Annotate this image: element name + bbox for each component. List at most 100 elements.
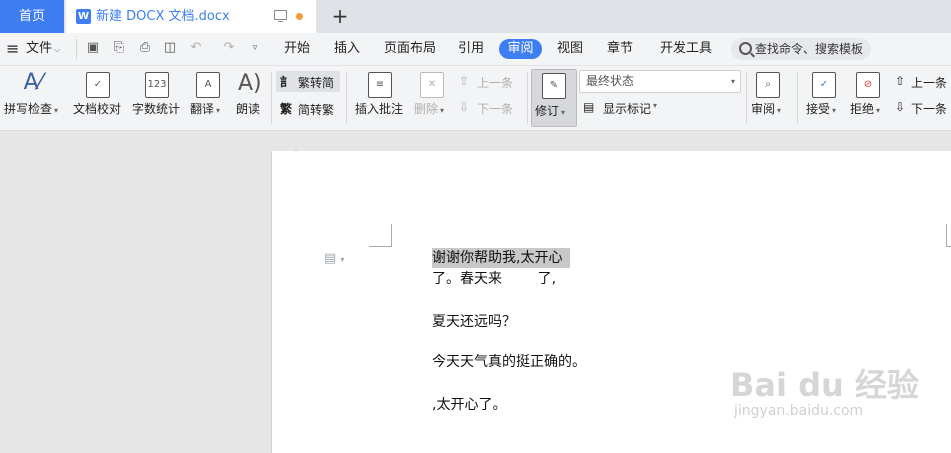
command-search-box[interactable]: 查找命令、搜索模板 bbox=[731, 38, 871, 60]
simp-to-trad-label: 简转繁 bbox=[298, 103, 335, 117]
insert-comment-label: 插入批注 bbox=[355, 102, 404, 116]
divider bbox=[346, 72, 347, 124]
chevron-down-icon: ▾ bbox=[777, 106, 782, 115]
translate-icon: A bbox=[196, 72, 220, 98]
margin-corner-mark bbox=[369, 224, 392, 247]
doc-proof-label: 文档校对 bbox=[73, 102, 122, 116]
next-change-label: 下一条 bbox=[911, 102, 948, 116]
customize-chevron-icon[interactable]: ▿ bbox=[248, 41, 262, 55]
search-placeholder: 查找命令、搜索模板 bbox=[755, 42, 864, 56]
document-tab-title: 新建 DOCX 文档.docx bbox=[96, 9, 230, 24]
prev-comment-button[interactable]: ⇧ 上一条 bbox=[459, 72, 519, 92]
menu-insert[interactable]: 插入 bbox=[334, 33, 360, 65]
chevron-down-icon: ▾ bbox=[216, 106, 221, 115]
tab-strip: 首页 W 新建 DOCX 文档.docx + bbox=[0, 0, 951, 33]
simp-to-trad-button[interactable]: 繁 简转繁 bbox=[276, 98, 340, 119]
divider bbox=[797, 72, 798, 124]
print-icon[interactable]: ⎙ bbox=[138, 41, 152, 55]
next-change-button[interactable]: ⇩ 下一条 bbox=[895, 98, 951, 118]
redo-icon[interactable]: ↷ bbox=[222, 41, 236, 55]
doc-line-3[interactable]: 夏天还远吗？ bbox=[432, 312, 516, 332]
reject-label: 拒绝 bbox=[850, 102, 875, 116]
word-count-button[interactable]: 123 字数统计 bbox=[132, 66, 182, 130]
divider bbox=[527, 72, 528, 124]
paragraph-handle-icon[interactable]: ▤ ▾ bbox=[324, 251, 344, 266]
chevron-down-icon: ▾ bbox=[832, 106, 837, 115]
spell-check-button[interactable]: A⁄ 拼写检查 ▾ bbox=[4, 66, 62, 130]
accept-button[interactable]: ✓ 接受 ▾ bbox=[806, 66, 846, 130]
next-comment-button[interactable]: ⇩ 下一条 bbox=[459, 98, 519, 118]
doc-line-1[interactable]: 谢谢你帮助我,太开心 bbox=[432, 248, 562, 268]
doc-proof-button[interactable]: ✓ 文档校对 bbox=[72, 66, 122, 130]
save-icon[interactable]: ▣ bbox=[86, 41, 100, 55]
chevron-down-icon: ▾ bbox=[730, 77, 735, 86]
prev-change-icon: ⇧ bbox=[895, 74, 906, 88]
translate-button[interactable]: A 翻译 ▾ bbox=[190, 66, 232, 130]
track-changes-label: 修订 bbox=[535, 104, 560, 118]
review-pane-button[interactable]: ⌕ 审阅 ▾ bbox=[751, 66, 789, 130]
display-status-select[interactable]: 最终状态 ▾ bbox=[579, 70, 741, 93]
doc-line-4[interactable]: 今天天气真的挺正确的。 bbox=[432, 352, 586, 372]
prev-change-button[interactable]: ⇧ 上一条 bbox=[895, 72, 951, 92]
read-aloud-button[interactable]: A) 朗读 bbox=[236, 66, 266, 130]
display-status-value: 最终状态 bbox=[586, 74, 635, 88]
menu-file[interactable]: 文件 ⌵ bbox=[26, 33, 60, 66]
delete-label: 删除 bbox=[414, 102, 439, 116]
simp-to-trad-icon: 繁 bbox=[280, 102, 293, 116]
hamburger-icon[interactable]: ≡ bbox=[6, 33, 19, 65]
accept-icon: ✓ bbox=[812, 72, 836, 98]
trad-to-simp-icon: 訁 bbox=[280, 75, 293, 89]
tab-home[interactable]: 首页 bbox=[0, 0, 64, 33]
read-aloud-icon: A) bbox=[238, 71, 262, 96]
menu-view[interactable]: 视图 bbox=[557, 33, 583, 65]
spell-check-icon: A⁄ bbox=[23, 70, 43, 95]
word-count-label: 字数统计 bbox=[132, 102, 181, 116]
insert-comment-button[interactable]: ≡ 插入批注 bbox=[352, 66, 408, 130]
menu-review[interactable]: 审阅 bbox=[499, 39, 542, 59]
unsaved-dot-icon bbox=[296, 13, 303, 20]
tab-document[interactable]: W 新建 DOCX 文档.docx bbox=[66, 0, 316, 33]
doc-proof-icon: ✓ bbox=[86, 72, 110, 98]
review-pane-icon: ⌕ bbox=[756, 72, 780, 98]
trad-to-simp-button[interactable]: 訁 繁转简 bbox=[276, 71, 340, 92]
delete-comment-icon: ✕ bbox=[420, 72, 444, 98]
next-comment-icon: ⇩ bbox=[459, 100, 470, 114]
prev-comment-label: 上一条 bbox=[477, 76, 514, 90]
new-tab-button[interactable]: + bbox=[330, 3, 350, 29]
print-preview-icon[interactable]: ◫ bbox=[163, 41, 177, 55]
search-icon bbox=[739, 42, 752, 55]
translate-label: 翻译 bbox=[190, 102, 215, 116]
next-comment-label: 下一条 bbox=[477, 102, 514, 116]
accept-label: 接受 bbox=[806, 102, 831, 116]
reject-icon: ⊘ bbox=[856, 72, 880, 98]
monitor-icon[interactable] bbox=[274, 10, 287, 22]
divider bbox=[271, 72, 272, 124]
menu-references[interactable]: 引用 bbox=[458, 33, 484, 65]
chevron-down-icon: ▾ bbox=[440, 106, 445, 115]
show-markup-icon: ▤ bbox=[583, 100, 595, 114]
chevron-down-icon: ▾ bbox=[653, 101, 658, 110]
watermark-url: jingyan.baidu.com bbox=[734, 403, 864, 419]
export-pdf-icon[interactable]: ⎘ bbox=[112, 41, 126, 55]
read-aloud-label: 朗读 bbox=[236, 102, 261, 116]
chevron-down-icon: ▾ bbox=[561, 108, 566, 117]
reject-button[interactable]: ⊘ 拒绝 ▾ bbox=[850, 66, 890, 130]
prev-change-label: 上一条 bbox=[911, 76, 948, 90]
track-changes-icon: ✎ bbox=[542, 73, 566, 99]
menu-developer-tools[interactable]: 开发工具 bbox=[660, 33, 712, 65]
prev-comment-icon: ⇧ bbox=[459, 74, 470, 88]
menu-start[interactable]: 开始 bbox=[284, 33, 310, 65]
show-markup-button[interactable]: ▤ 显示标记 ▾ bbox=[583, 98, 673, 118]
undo-icon[interactable]: ↶ bbox=[189, 41, 203, 55]
doc-line-2[interactable]: 了。春天来 了, bbox=[432, 269, 556, 289]
word-count-icon: 123 bbox=[145, 72, 169, 98]
track-changes-button[interactable]: ✎ 修订 ▾ bbox=[531, 69, 577, 127]
delete-comment-button[interactable]: ✕ 删除 ▾ bbox=[412, 66, 452, 130]
review-ribbon: A⁄ 拼写检查 ▾ ✓ 文档校对 123 字数统计 A 翻译 ▾ A) 朗读 訁 繁… bbox=[0, 66, 951, 131]
word-doc-icon: W bbox=[76, 9, 91, 24]
menu-page-layout[interactable]: 页面布局 bbox=[384, 33, 436, 65]
chevron-down-icon: ▾ bbox=[54, 106, 59, 115]
menu-section[interactable]: 章节 bbox=[607, 33, 633, 65]
divider bbox=[746, 72, 747, 124]
doc-line-5[interactable]: ,太开心了。 bbox=[432, 395, 506, 415]
